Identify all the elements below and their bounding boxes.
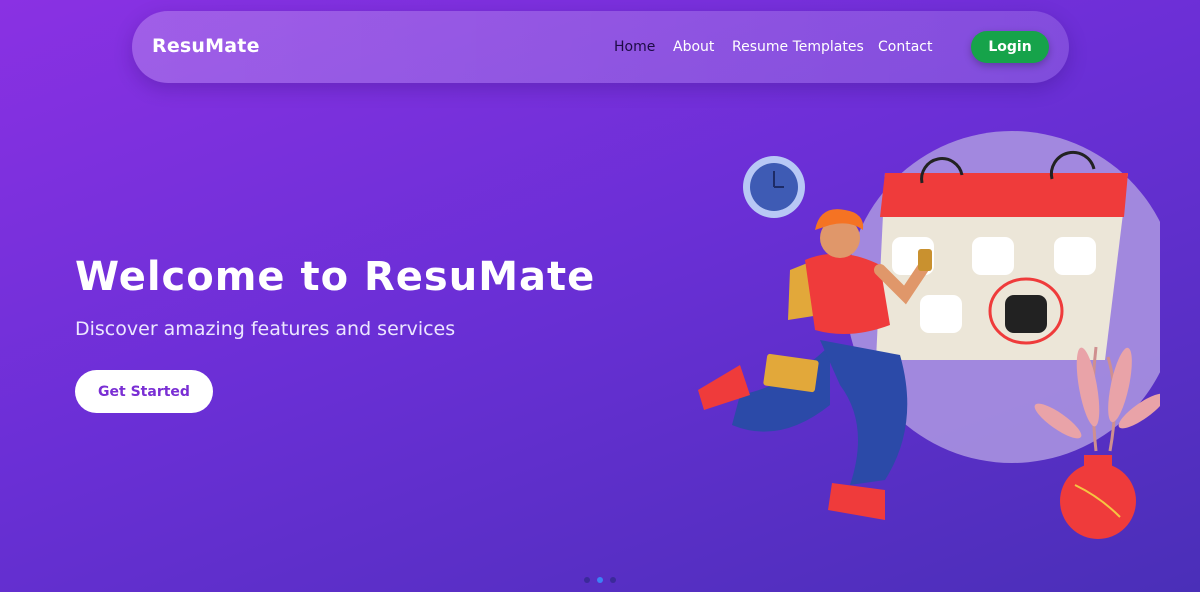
carousel-indicators [584, 577, 616, 583]
brand-logo[interactable]: ResuMate [152, 35, 260, 57]
navbar: ResuMate Home About Resume Templates Con… [132, 11, 1069, 83]
person-running-with-calendar-illustration [698, 131, 1160, 539]
hero-subtitle: Discover amazing features and services [75, 318, 456, 340]
get-started-button[interactable]: Get Started [75, 370, 213, 413]
nav-link-about[interactable]: About [673, 39, 714, 55]
hero-title: Welcome to ResuMate [75, 254, 596, 300]
nav-link-contact[interactable]: Contact [878, 39, 932, 55]
carousel-dot[interactable] [584, 577, 590, 583]
nav-link-resume-templates[interactable]: Resume Templates [732, 39, 864, 55]
login-button[interactable]: Login [971, 31, 1049, 63]
clock-icon [743, 156, 805, 218]
carousel-dot-active[interactable] [597, 577, 603, 583]
calendar-icon [876, 150, 1128, 360]
carousel-dot[interactable] [610, 577, 616, 583]
nav-link-home[interactable]: Home [614, 39, 655, 55]
